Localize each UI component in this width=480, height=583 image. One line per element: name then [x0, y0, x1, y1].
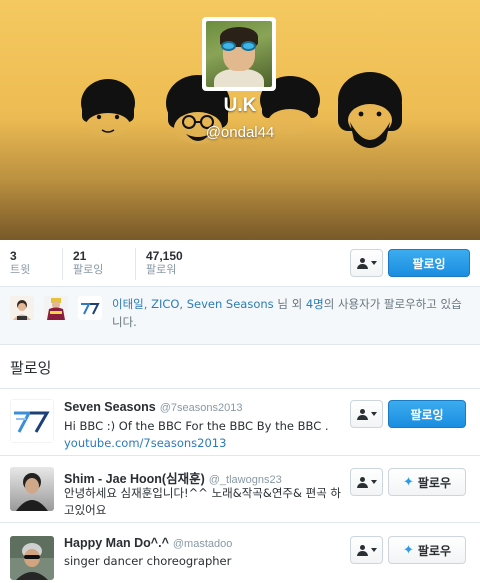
user-bio: singer dancer choreographer	[64, 554, 232, 568]
user-avatar[interactable]	[10, 399, 54, 443]
user-list-item[interactable]: Shim - Jae Hoon(심재훈) @_tlawogns23 안녕하세요 심…	[0, 457, 480, 523]
profile-avatar[interactable]	[202, 17, 276, 91]
user-avatar[interactable]	[10, 467, 54, 511]
follow-button[interactable]: ✦ 팔로우	[388, 468, 466, 496]
known-follower-avatar-1[interactable]	[10, 296, 34, 320]
stat-followers-label: 팔로워	[146, 264, 177, 276]
user-actions-dropdown-button[interactable]	[350, 536, 383, 564]
person-icon	[356, 408, 368, 420]
following-button[interactable]: 팔로잉	[388, 400, 466, 428]
user-bio: Hi BBC :) Of the BBC For the BBC By the …	[64, 418, 349, 452]
user-display-name: Shim - Jae Hoon(심재훈)	[64, 472, 205, 486]
stat-following[interactable]: 21 팔로잉	[73, 249, 103, 278]
person-icon	[356, 476, 368, 488]
user-handle: @7seasons2013	[159, 402, 243, 414]
known-follower-link-1[interactable]: 이태일	[112, 297, 144, 311]
caret-down-icon	[370, 412, 377, 416]
known-followers-text-mid: 님 외	[273, 297, 306, 311]
following-button[interactable]: 팔로잉	[388, 249, 470, 277]
user-name[interactable]: Seven Seasons @7seasons2013	[64, 400, 242, 414]
known-followers-separator: ,	[143, 297, 152, 311]
known-followers-text: 이태일, ZICO, Seven Seasons 님 외 4명의 사용자가 팔로…	[112, 295, 472, 331]
user-avatar[interactable]	[10, 536, 54, 580]
person-icon	[356, 257, 368, 269]
user-handle: @mastadoo	[172, 538, 233, 550]
user-display-name: Happy Man Do^.^	[64, 536, 169, 550]
user-name[interactable]: Happy Man Do^.^ @mastadoo	[64, 536, 232, 550]
user-bio-link[interactable]: youtube.com/7seasons2013	[64, 436, 226, 450]
user-actions-dropdown-button[interactable]	[350, 400, 383, 428]
known-follower-link-2[interactable]: ZICO	[151, 297, 179, 311]
known-follower-link-3[interactable]: Seven Seasons	[187, 297, 274, 311]
known-followers-more-link[interactable]: 4명	[306, 297, 324, 311]
profile-handle: @ondal44	[205, 124, 275, 141]
followers-you-know: 이태일, ZICO, Seven Seasons 님 외 4명의 사용자가 팔로…	[0, 287, 480, 345]
stat-divider	[62, 248, 63, 280]
caret-down-icon	[370, 548, 377, 552]
profile-header-banner: U.K @ondal44	[0, 0, 480, 240]
following-section-title: 팔로잉	[10, 359, 52, 377]
user-actions-dropdown-button[interactable]	[350, 249, 383, 277]
stat-tweets[interactable]: 3 트윗	[10, 249, 30, 278]
follow-button-label: 팔로우	[417, 543, 452, 558]
stat-tweets-label: 트윗	[10, 264, 31, 276]
known-followers-separator: ,	[179, 297, 187, 311]
user-list-item[interactable]: Happy Man Do^.^ @mastadoo singer dancer c…	[0, 524, 480, 583]
profile-name: U.K	[223, 95, 257, 116]
caret-down-icon	[370, 480, 377, 484]
person-icon	[356, 544, 368, 556]
known-follower-avatar-2[interactable]	[44, 296, 68, 320]
twitter-bird-icon: ✦	[402, 542, 414, 558]
known-follower-avatar-3[interactable]	[78, 296, 102, 320]
twitter-bird-icon: ✦	[402, 474, 414, 490]
profile-stats-bar: 3 트윗 21 팔로잉 47,150 팔로워 팔로잉	[0, 240, 480, 287]
follow-button[interactable]: ✦ 팔로우	[388, 536, 466, 564]
stat-following-label: 팔로잉	[73, 264, 104, 276]
follow-button-label: 팔로우	[417, 475, 452, 490]
stat-following-count: 21	[73, 249, 87, 263]
user-display-name: Seven Seasons	[64, 400, 156, 414]
user-bio-text: Hi BBC :) Of the BBC For the BBC By the …	[64, 419, 329, 433]
stat-followers[interactable]: 47,150 팔로워	[146, 249, 183, 278]
caret-down-icon	[370, 261, 377, 265]
user-list-item[interactable]: Seven Seasons @7seasons2013 Hi BBC :) Of …	[0, 389, 480, 456]
stat-divider	[135, 248, 136, 280]
profile-avatar-image	[206, 21, 272, 87]
stat-followers-count: 47,150	[146, 249, 183, 263]
user-actions-dropdown-button[interactable]	[350, 468, 383, 496]
stat-tweets-count: 3	[10, 249, 17, 263]
user-bio: 안녕하세요 심재훈입니다!^^ 노래&작곡&연주& 편곡 하고있어요	[64, 486, 342, 517]
